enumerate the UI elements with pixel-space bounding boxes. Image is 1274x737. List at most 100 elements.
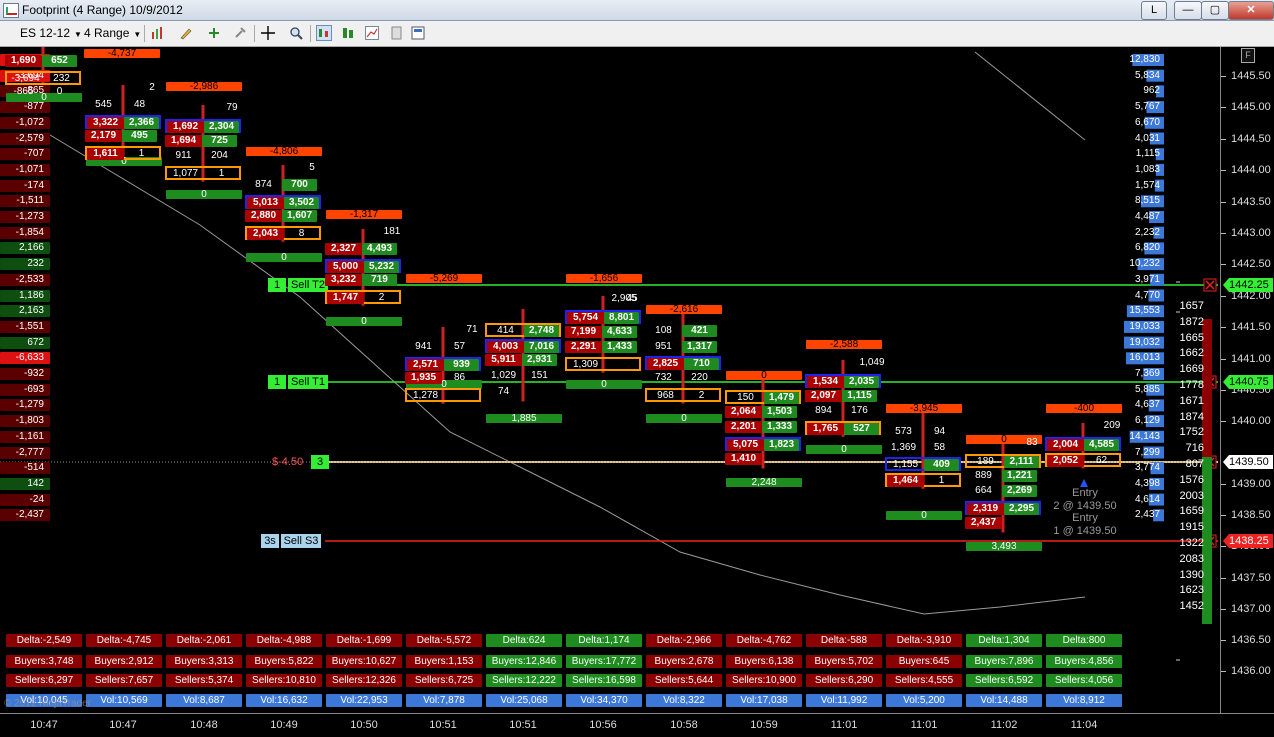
delta-cell: -1,854 [0,226,50,239]
price-axis[interactable]: 1445.50 1445.00 1444.50 1444.00 1443.50 1443.… [1220,47,1274,713]
delta-cell: -6,633 [0,352,50,365]
chart-area[interactable]: 1Sell T21Sell T1$-4.5033sSell S31,690-3,… [0,47,1220,713]
footprint-row: 5,754 8,801 [565,310,641,324]
summary-vol: Vol:16,632 [246,694,322,707]
delta-cell: -1,803 [0,415,50,428]
instrument-selector[interactable]: ES 12-12 ▼ [20,25,82,41]
bar-header: -400 [1046,404,1122,414]
ask-volume: 1 [938,475,945,487]
chart-style-icon[interactable] [316,25,332,41]
footprint-row: 545 48 [85,99,161,113]
ask-volume: 2,931 [522,354,557,367]
price-label: 1442.50 [1231,258,1271,270]
bid-volume: 1,935 [405,372,442,385]
bid-volume: 545 [95,99,112,110]
bid-volume: 2,064 [725,405,762,418]
ask-volume: 86 [453,372,466,384]
order-price-label[interactable]: $-4.50 [272,455,303,469]
plus-icon[interactable] [206,25,222,41]
bid-volume: 894 [815,405,832,417]
bar-header: -4,806 [246,147,322,157]
summary-buyers: Buyers:1,153 [406,655,482,668]
order-qty[interactable]: 3s [261,534,279,548]
zoom-icon[interactable] [288,25,304,41]
time-label: 10:47 [109,719,137,731]
footprint-row: 1,278 [405,388,481,403]
bid-volume: 2,880 [245,210,282,223]
footprint-row: -3,694 232 [5,70,81,85]
order-qty[interactable]: 1 [268,278,286,292]
summary-vol: Vol:8,687 [166,694,242,707]
volume-value: 2,437 [1134,509,1160,521]
extra-window-button[interactable]: L [1141,1,1167,20]
volume-value: 19,033 [1129,320,1160,332]
bar-footer: 0 [246,253,322,263]
footprint-row: 4,003 7,016 [485,338,561,353]
bid-volume: 951 [655,340,672,352]
summary-sellers: Sellers:7,657 [86,674,162,687]
page-icon[interactable] [388,25,404,41]
ask-volume [1002,517,1037,529]
footprint-row: 150 1,479 [725,390,801,404]
pencil-icon[interactable] [178,25,194,41]
footprint-row: 1,690 652 [5,55,81,69]
ask-volume: 700 [282,179,317,191]
footprint-row: 2,437 [965,516,1041,531]
f-button[interactable]: F [1241,48,1255,63]
order-label[interactable]: Sell T2 [288,278,328,292]
time-axis[interactable]: 10:47 10:47 10:48 10:49 10:50 10:51 10:51 10:56… [0,713,1274,737]
footprint-row: 108 421 [645,325,721,339]
footprint-row: 1,309 [565,357,641,372]
volume-value: 4,487 [1134,211,1160,222]
volume-value: 6,670 [1134,116,1160,128]
bid-volume: 3,232 [325,274,362,287]
close-button[interactable]: ✕ [1228,1,1274,20]
instrument-label: ES 12-12 [20,26,71,40]
pin-icon[interactable] [232,25,248,41]
summary-sellers: Sellers:6,592 [966,674,1042,687]
line-chart-icon[interactable] [364,25,380,41]
minimize-button[interactable]: — [1174,1,1202,20]
delta-cell: -514 [0,462,50,475]
price-label: 1436.50 [1231,634,1271,646]
order-qty[interactable]: 1 [268,375,286,389]
ask-volume: 58 [933,441,946,453]
ask-volume: 1,221 [1002,469,1037,482]
footprint-row: 2,004 4,585 [1045,437,1121,451]
footprint-row: 3,232 719 [325,274,401,288]
chevron-down-icon: ▼ [133,30,142,39]
bar-chart-icon[interactable] [150,25,166,41]
order-qty[interactable]: 3 [311,455,329,469]
volume-value: 1623 [1179,584,1204,597]
ask-volume: 1,333 [762,421,797,434]
order-label[interactable]: Sell T1 [288,375,328,389]
maximize-button[interactable]: ▢ [1201,1,1229,20]
ask-volume: 94 [933,426,946,437]
trend-line [974,51,1086,141]
ask-volume: 1,317 [682,340,717,353]
order-label[interactable]: Sell S3 [281,534,321,548]
crosshair-icon[interactable] [260,25,276,41]
delta-cell: 672 [0,336,50,349]
delta-cell: -707 [0,148,50,161]
volume-value: 1659 [1179,505,1204,518]
volume-value: 1752 [1179,426,1204,439]
footprint-row: 7,199 4,633 [565,325,641,340]
properties-icon[interactable] [410,25,426,41]
candles-icon[interactable] [340,25,356,41]
interval-selector[interactable]: 4 Range ▼ [84,25,141,41]
footprint-top: 2 [149,82,155,93]
footprint-top: 209 [1103,420,1121,431]
delta-cell: -1,161 [0,430,50,443]
summary-delta: Delta:-4,762 [726,634,802,647]
bid-volume: 1,278 [412,390,439,402]
volume-value: 1,083 [1134,163,1160,175]
entry-arrow-icon [1080,479,1088,487]
bid-volume: 74 [497,385,510,397]
volume-value: 1,115 [1135,148,1160,160]
summary-sellers: Sellers:6,290 [806,674,882,687]
summary-buyers: Buyers:5,822 [246,655,322,668]
footprint-row: 189 2,111 [965,454,1041,468]
delta-cell: 1,186 [0,289,50,302]
time-label: 11:02 [990,719,1018,731]
